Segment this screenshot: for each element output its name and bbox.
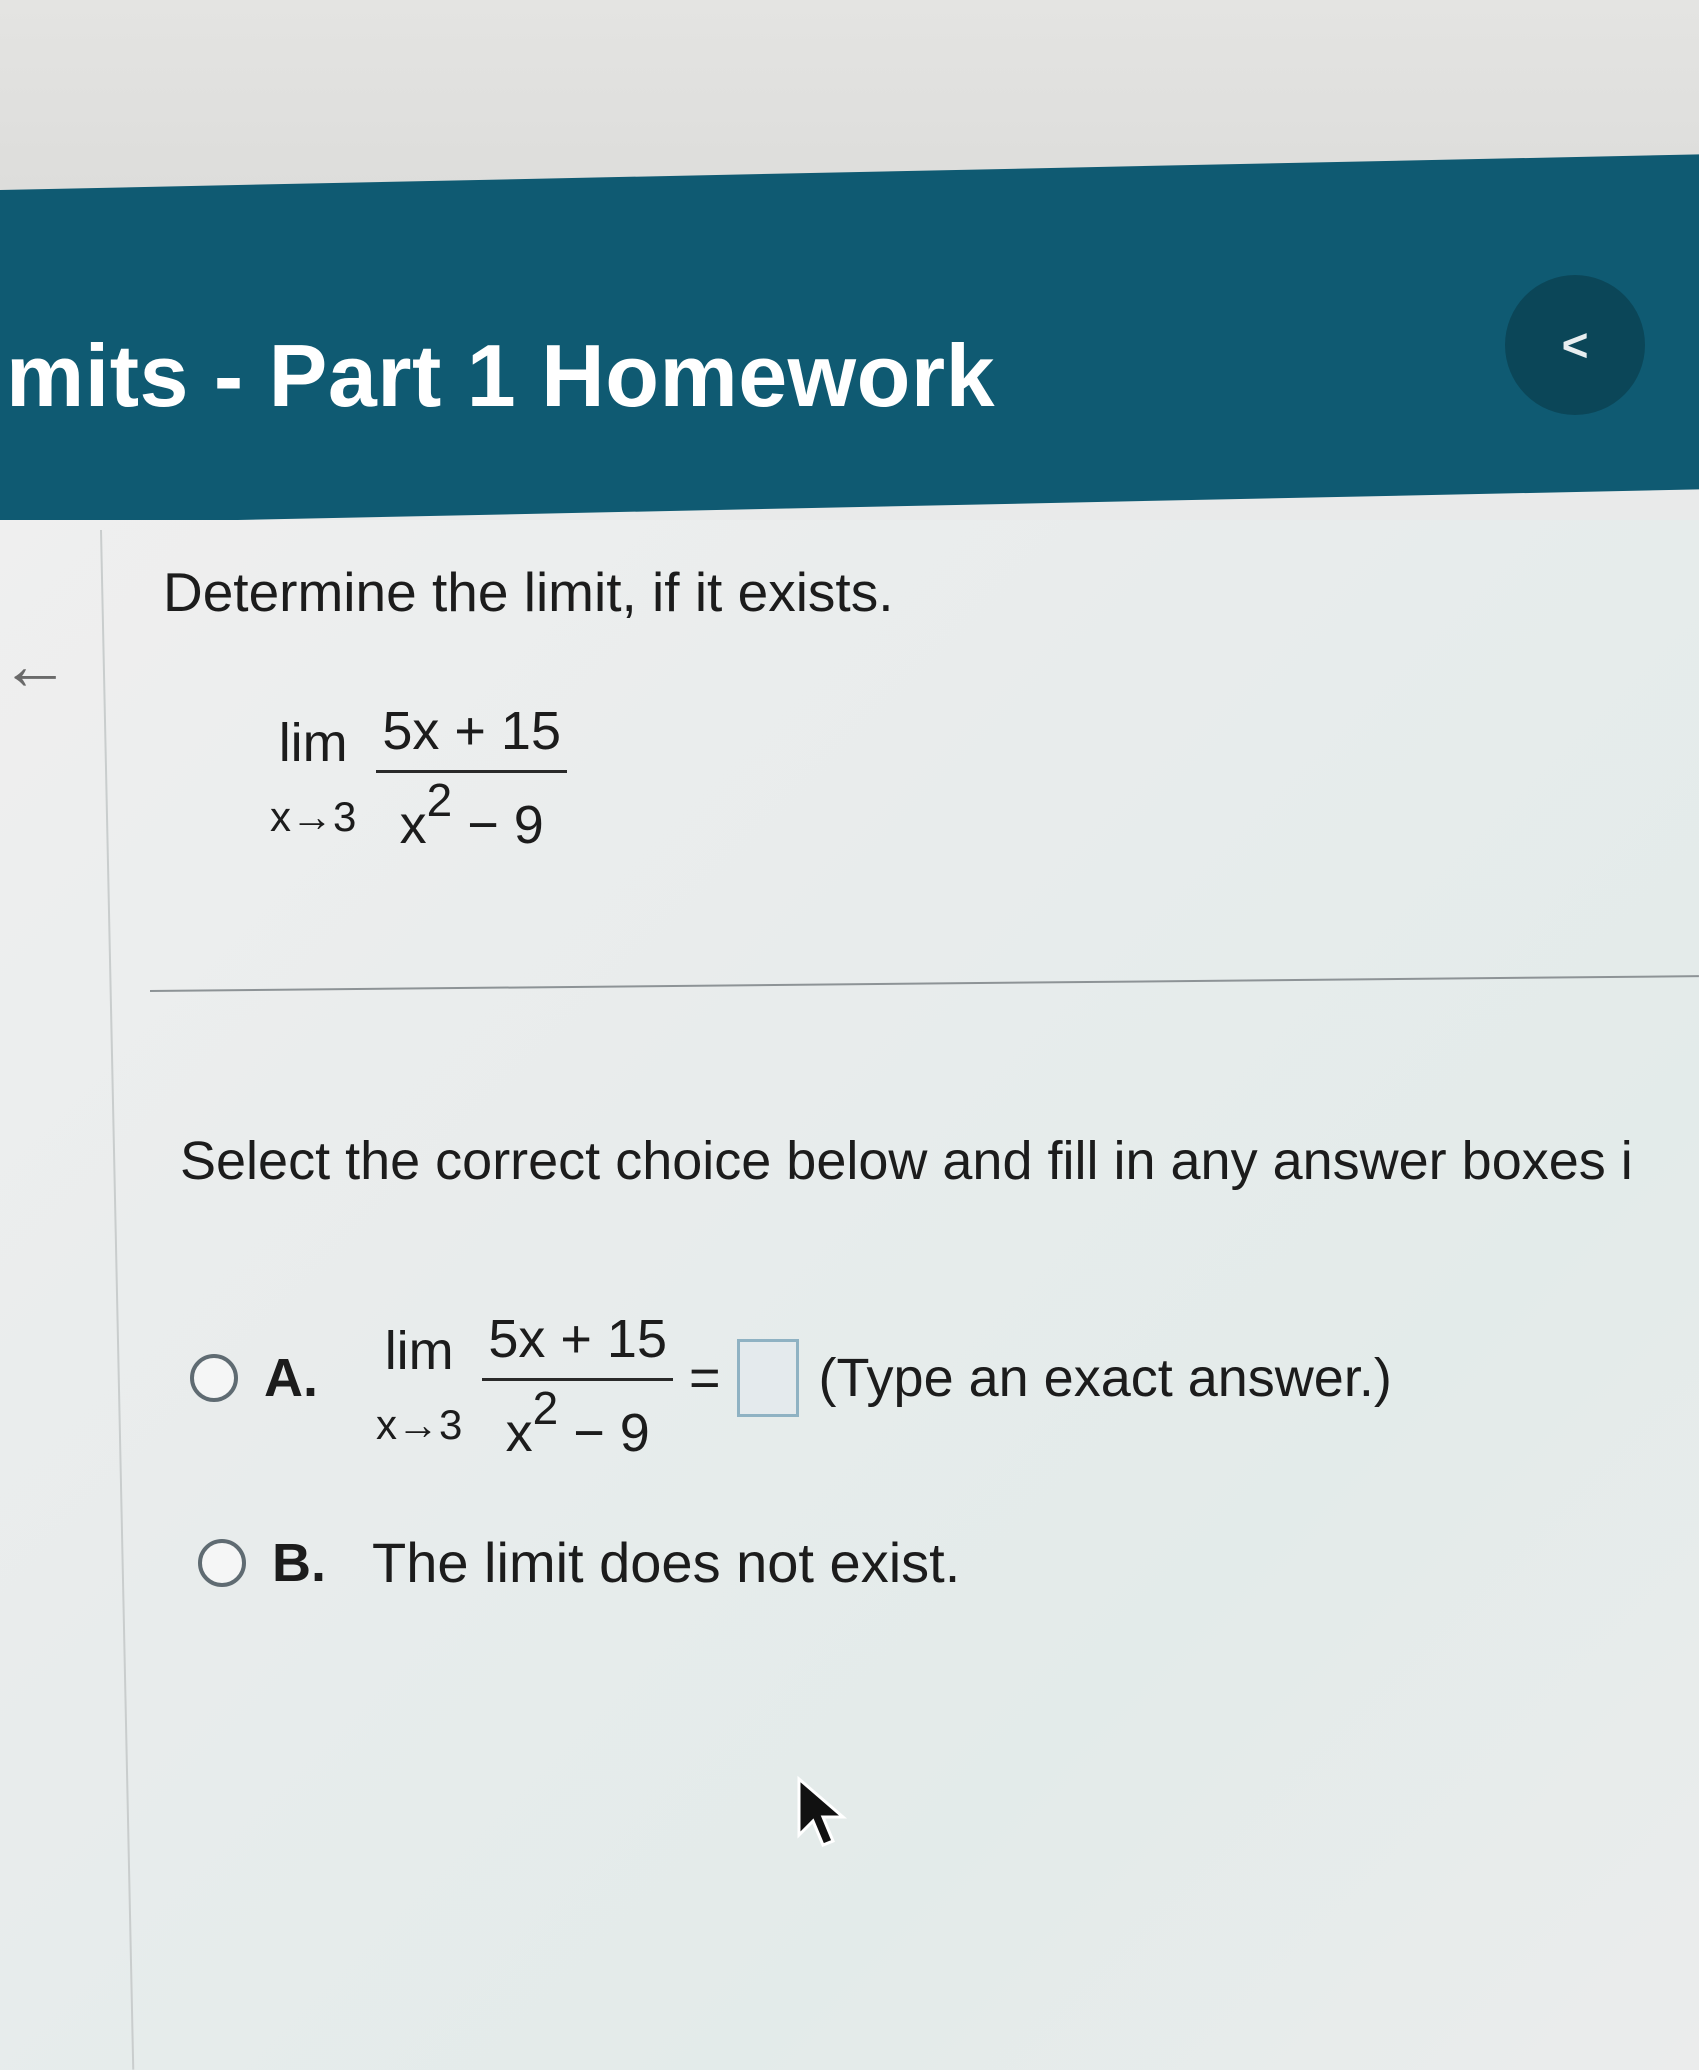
lim-word: lim xyxy=(278,712,348,773)
choice-b-text: The limit does not exist. xyxy=(372,1531,961,1594)
choice-a-radio[interactable] xyxy=(190,1354,238,1402)
choice-a[interactable]: A. lim x→3 5x + 15 x2 − 9 = (Type an exa… xyxy=(190,1300,1392,1463)
answer-hint: (Type an exact answer.) xyxy=(818,1348,1392,1408)
choice-a-letter: A. xyxy=(264,1348,318,1408)
limit-operator: lim x→3 xyxy=(270,712,357,842)
choice-b[interactable]: B. The limit does not exist. xyxy=(198,1530,960,1595)
denominator-rest: − 9 xyxy=(558,1403,650,1463)
question-prompt: Determine the limit, if it exists. xyxy=(163,561,894,623)
denominator-base: x xyxy=(505,1403,533,1463)
back-button[interactable]: < xyxy=(1505,275,1645,415)
denominator-rest: − 9 xyxy=(452,795,544,855)
fraction-denominator: x2 − 9 xyxy=(506,1381,650,1464)
chevron-left-icon: < xyxy=(1561,319,1589,371)
limit-approach: x→3 xyxy=(376,1401,463,1449)
lim-word: lim xyxy=(384,1320,454,1381)
fraction-denominator: x2 − 9 xyxy=(400,773,544,856)
limit-fraction: 5x + 15 x2 − 9 xyxy=(376,700,567,856)
choice-b-radio[interactable] xyxy=(198,1538,246,1587)
limit-fraction: 5x + 15 x2 − 9 xyxy=(482,1308,673,1464)
answer-input-box[interactable] xyxy=(736,1339,799,1417)
denominator-exponent: 2 xyxy=(532,1382,559,1434)
choice-b-letter: B. xyxy=(272,1532,326,1593)
equals-sign: = xyxy=(689,1348,721,1408)
choice-a-limit-expression: lim x→3 5x + 15 x2 − 9 xyxy=(376,1308,673,1464)
fraction-numerator: 5x + 15 xyxy=(382,701,561,761)
instruction-text: Select the correct choice below and fill… xyxy=(180,1131,1633,1191)
limit-operator: lim x→3 xyxy=(376,1320,463,1450)
denominator-exponent: 2 xyxy=(426,774,453,826)
page-title: mits - Part 1 Homework xyxy=(6,326,996,425)
denominator-base: x xyxy=(399,795,427,855)
collapse-arrow-icon[interactable]: ← xyxy=(0,625,70,705)
fraction-numerator: 5x + 15 xyxy=(488,1309,667,1369)
mouse-pointer-icon xyxy=(797,1775,848,1847)
question-limit-expression: lim x→3 5x + 15 x2 − 9 xyxy=(270,700,567,856)
limit-approach: x→3 xyxy=(270,793,357,841)
